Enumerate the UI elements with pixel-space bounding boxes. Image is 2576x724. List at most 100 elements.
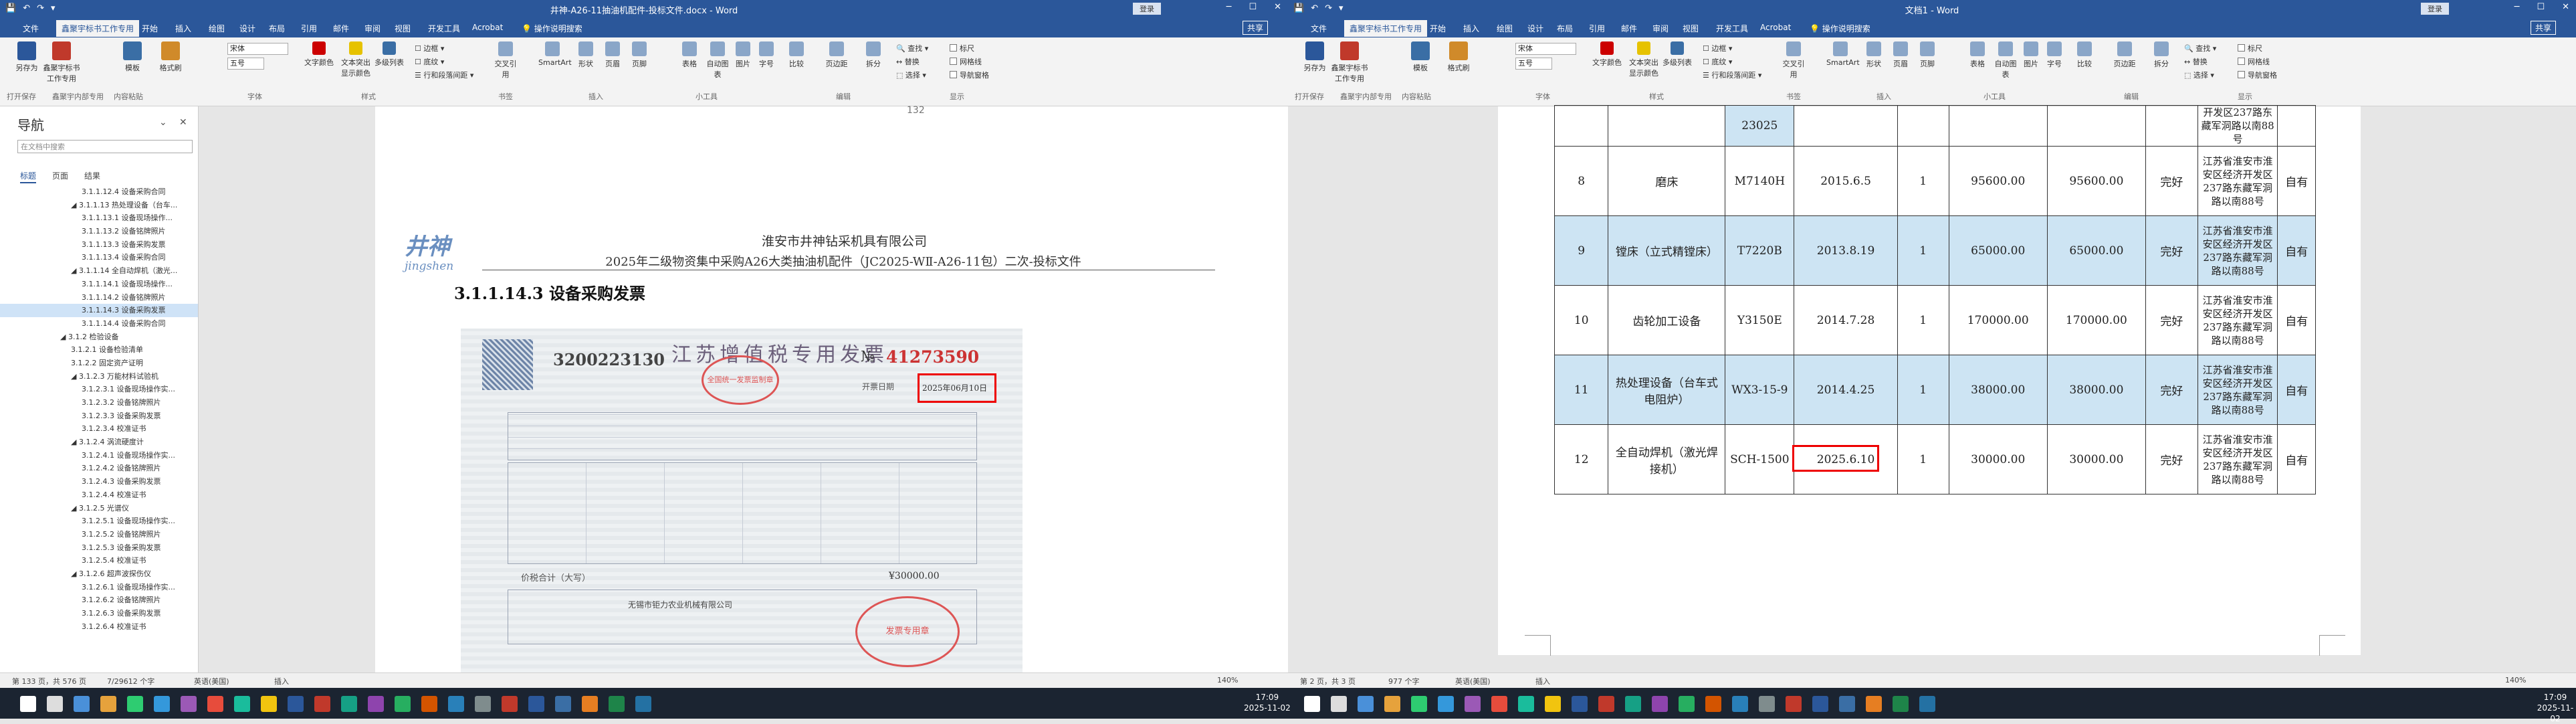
show-check-0[interactable]: 标尺 (2238, 43, 2262, 54)
close-icon[interactable]: ✕ (179, 117, 187, 128)
nav-heading-item[interactable]: ◢ 3.1.2 检验设备 (0, 331, 198, 344)
taskbar-app-icon[interactable] (475, 696, 491, 712)
ribbon-tool-0[interactable]: 交叉引用 (1780, 41, 1808, 80)
taskbar-app-icon[interactable] (1572, 696, 1588, 712)
nav-heading-item[interactable]: ◢ 3.1.2.3 万能材料试验机 (0, 370, 198, 383)
taskbar-app-icon[interactable] (555, 696, 571, 712)
nav-heading-item[interactable]: 3.1.2.4.2 设备铭牌照片 (0, 462, 198, 475)
table-cell-price[interactable]: 65000.00 (1948, 215, 2048, 286)
edit-item-0[interactable]: 🔍 查找 ▾ (896, 43, 928, 54)
font-size-box[interactable]: 五号 (1515, 58, 1552, 70)
tab-4[interactable]: 绘图 (1497, 23, 1513, 34)
tab-2[interactable]: 开始 (1430, 23, 1446, 34)
tab-4[interactable]: 绘图 (209, 23, 225, 34)
table-cell-qty[interactable] (1897, 105, 1949, 147)
edit-item-1[interactable]: ↔ 替换 (2184, 56, 2208, 67)
table-cell-no[interactable]: 11 (1553, 355, 1609, 425)
font-name-box[interactable]: 宋体 (227, 43, 288, 55)
nav-heading-item[interactable]: 3.1.1.13.1 设备现场操作... (0, 211, 198, 225)
status-zoom[interactable]: 140% (2505, 676, 2526, 685)
taskbar-app-icon[interactable] (100, 696, 116, 712)
tab-3[interactable]: 插入 (1463, 23, 1479, 34)
taskbar-app-icon[interactable] (421, 696, 437, 712)
style-button-0[interactable]: 文字颜色 (1589, 41, 1625, 68)
table-cell-addr[interactable]: 江苏省淮安市淮安区经济开发区237路东藏军洞路以南88号 (2197, 215, 2278, 286)
taskbar-app-icon[interactable] (1732, 696, 1748, 712)
taskbar-app-icon[interactable] (1812, 696, 1828, 712)
taskbar-clock-right[interactable]: 17:09 2025-11-02 (2535, 692, 2576, 724)
ribbon-tool-6[interactable]: 自动图表 (1992, 41, 2020, 80)
taskbar-app-icon[interactable] (1304, 696, 1320, 712)
nav-heading-item[interactable]: 3.1.2.5.2 设备铭牌照片 (0, 528, 198, 541)
status-words[interactable]: 7/29612 个字 (107, 676, 154, 687)
table-cell-no[interactable]: 9 (1553, 215, 1609, 286)
table-cell-model[interactable]: Y3150E (1725, 285, 1795, 355)
table-cell-price[interactable]: 38000.00 (1948, 355, 2048, 425)
status-page[interactable]: 第 133 页，共 576 页 (12, 676, 86, 687)
nav-heading-item[interactable]: 3.1.2.3.4 校准证书 (0, 422, 198, 436)
taskbar-app-icon[interactable] (582, 696, 598, 712)
nav-tab-pages[interactable]: 页面 (52, 171, 68, 181)
nav-heading-item[interactable]: 3.1.2.6.3 设备采购发票 (0, 607, 198, 620)
ribbon-tool-5[interactable]: 表格 (1963, 41, 1992, 69)
nav-heading-item[interactable]: 3.1.2.6.2 设备铭牌照片 (0, 594, 198, 607)
minimize-icon[interactable]: ─ (1226, 2, 1232, 12)
table-cell-own[interactable] (2277, 105, 2316, 147)
tab-7[interactable]: 引用 (1589, 23, 1605, 34)
table-cell-no[interactable]: 8 (1553, 146, 1609, 216)
status-page[interactable]: 第 2 页，共 3 页 (1300, 676, 1356, 687)
table-cell-addr[interactable]: 江苏省淮安市淮安区经济开发区237路东藏军洞路以南88号 (2197, 146, 2278, 216)
table-cell-name[interactable]: 全自动焊机（激光焊接机） (1608, 424, 1726, 494)
table-cell-date[interactable]: 2014.7.28 (1794, 285, 1898, 355)
style-button-2[interactable]: 多级列表 (371, 41, 407, 68)
nav-heading-item[interactable]: 3.1.2.6.1 设备现场操作实... (0, 581, 198, 594)
tab-8[interactable]: 邮件 (333, 23, 349, 34)
ribbon-button-3[interactable]: 格式刷 (1438, 41, 1479, 73)
style-button-2[interactable]: 多级列表 (1659, 41, 1695, 68)
taskbar-app-icon[interactable] (1705, 696, 1721, 712)
table-cell-price[interactable]: 95600.00 (1948, 146, 2048, 216)
ribbon-tool-10[interactable]: 页边距 (2111, 41, 2139, 69)
taskbar-app-icon[interactable] (1759, 696, 1775, 712)
tab-1[interactable]: 鑫聚宇标书工作专用 (56, 20, 140, 37)
nav-heading-item[interactable]: 3.1.2.3.1 设备现场操作实... (0, 383, 198, 396)
table-cell-price[interactable]: 170000.00 (1948, 285, 2048, 355)
style-button-1[interactable]: 文本突出显示颜色 (1626, 41, 1662, 78)
font-name-box[interactable]: 宋体 (1515, 43, 1576, 55)
taskbar-app-icon[interactable] (1491, 696, 1507, 712)
ribbon-tool-2[interactable]: 形状 (572, 41, 600, 69)
taskbar-app-icon[interactable] (368, 696, 384, 712)
table-cell-qty[interactable]: 1 (1897, 424, 1949, 494)
nav-heading-item[interactable]: 3.1.2.4.3 设备采购发票 (0, 475, 198, 488)
taskbar-app-icon[interactable] (1893, 696, 1909, 712)
tab-11[interactable]: 开发工具 (1716, 23, 1748, 34)
table-cell-total[interactable] (2046, 105, 2146, 147)
taskbar-app-icon[interactable] (1518, 696, 1534, 712)
ribbon-button-2[interactable]: 模板 (112, 41, 152, 73)
table-cell-no[interactable] (1553, 105, 1609, 147)
tab-3[interactable]: 插入 (175, 23, 191, 34)
taskbar-app-icon[interactable] (1919, 696, 1935, 712)
ribbon-tool-1[interactable]: SmartArt (538, 41, 572, 67)
table-cell-no[interactable]: 10 (1553, 285, 1609, 355)
table-cell-own[interactable]: 自有 (2277, 355, 2316, 425)
close-icon[interactable]: ✕ (1274, 2, 1281, 12)
taskbar-app-icon[interactable] (1839, 696, 1855, 712)
tab-5[interactable]: 设计 (239, 23, 255, 34)
ribbon-tool-3[interactable]: 页眉 (1887, 41, 1915, 69)
table-cell-qty[interactable]: 1 (1897, 285, 1949, 355)
taskbar-app-icon[interactable] (1652, 696, 1668, 712)
ribbon-tool-8[interactable]: 字号 (2040, 41, 2068, 69)
tab-11[interactable]: 开发工具 (428, 23, 460, 34)
ribbon-tool-3[interactable]: 页眉 (599, 41, 627, 69)
table-cell-qty[interactable]: 1 (1897, 215, 1949, 286)
table-cell-total[interactable]: 95600.00 (2046, 146, 2146, 216)
paragraph-item-0[interactable]: ☐ 边框 ▾ (1703, 43, 1732, 54)
paragraph-item-0[interactable]: ☐ 边框 ▾ (415, 43, 444, 54)
taskbar-app-icon[interactable] (1545, 696, 1561, 712)
table-cell-model[interactable]: WX3-15-9 (1725, 355, 1795, 425)
table-cell-total[interactable]: 170000.00 (2046, 285, 2146, 355)
taskbar-app-icon[interactable] (1438, 696, 1454, 712)
tab-13[interactable]: 💡 操作说明搜索 (522, 23, 582, 34)
table-cell-no[interactable]: 12 (1553, 424, 1609, 494)
